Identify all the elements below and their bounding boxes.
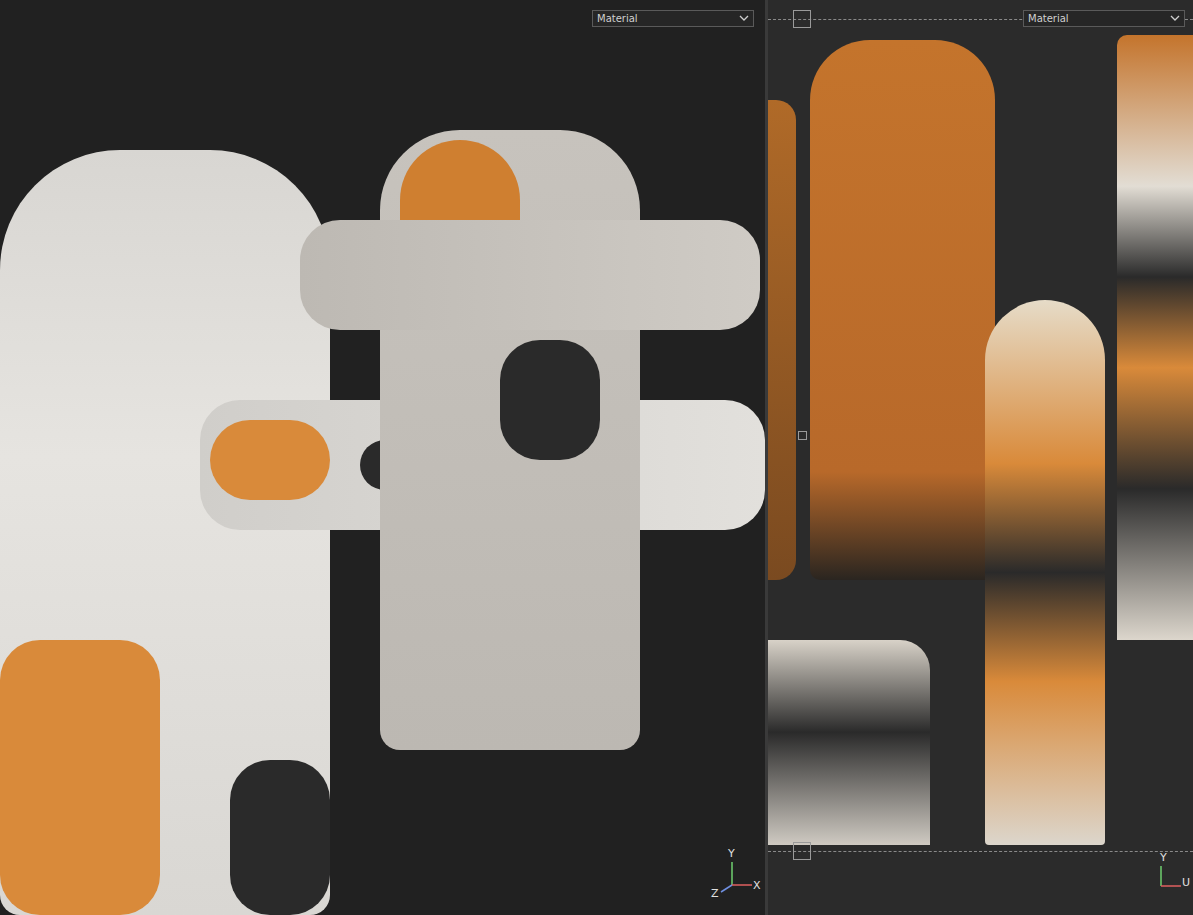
uv-bound-bottom xyxy=(768,851,1193,852)
render-block xyxy=(210,420,330,500)
render-block xyxy=(230,760,330,915)
shading-label: Material xyxy=(1028,13,1069,24)
axis-gizmo-icon xyxy=(712,852,762,902)
uv-texture xyxy=(768,0,1193,915)
render-block xyxy=(1117,35,1193,640)
axis-u-label: U xyxy=(1182,877,1190,888)
render-block xyxy=(500,340,600,460)
shading-dropdown[interactable]: Material xyxy=(592,10,754,27)
render-block xyxy=(810,40,995,580)
uv-handle[interactable] xyxy=(793,842,811,860)
render-block xyxy=(768,640,930,845)
uv-handle[interactable] xyxy=(793,10,811,28)
uv-pivot[interactable] xyxy=(798,431,807,440)
axis-x-label: X xyxy=(753,880,761,891)
chevron-down-icon xyxy=(1170,13,1180,24)
uv-viewport[interactable]: Material Y U xyxy=(768,0,1193,915)
render-block xyxy=(0,640,160,915)
shading-dropdown[interactable]: Material xyxy=(1023,10,1185,27)
axis-y-label: Y xyxy=(1160,852,1167,863)
axis-z-label: Z xyxy=(711,888,719,899)
axis-y-label: Y xyxy=(728,848,735,859)
rendered-model xyxy=(0,0,765,915)
3d-viewport[interactable]: Material Y Z X xyxy=(0,0,765,915)
render-block xyxy=(768,100,796,580)
chevron-down-icon xyxy=(739,13,749,24)
render-block xyxy=(985,300,1105,845)
shading-label: Material xyxy=(597,13,638,24)
render-block xyxy=(300,220,760,330)
